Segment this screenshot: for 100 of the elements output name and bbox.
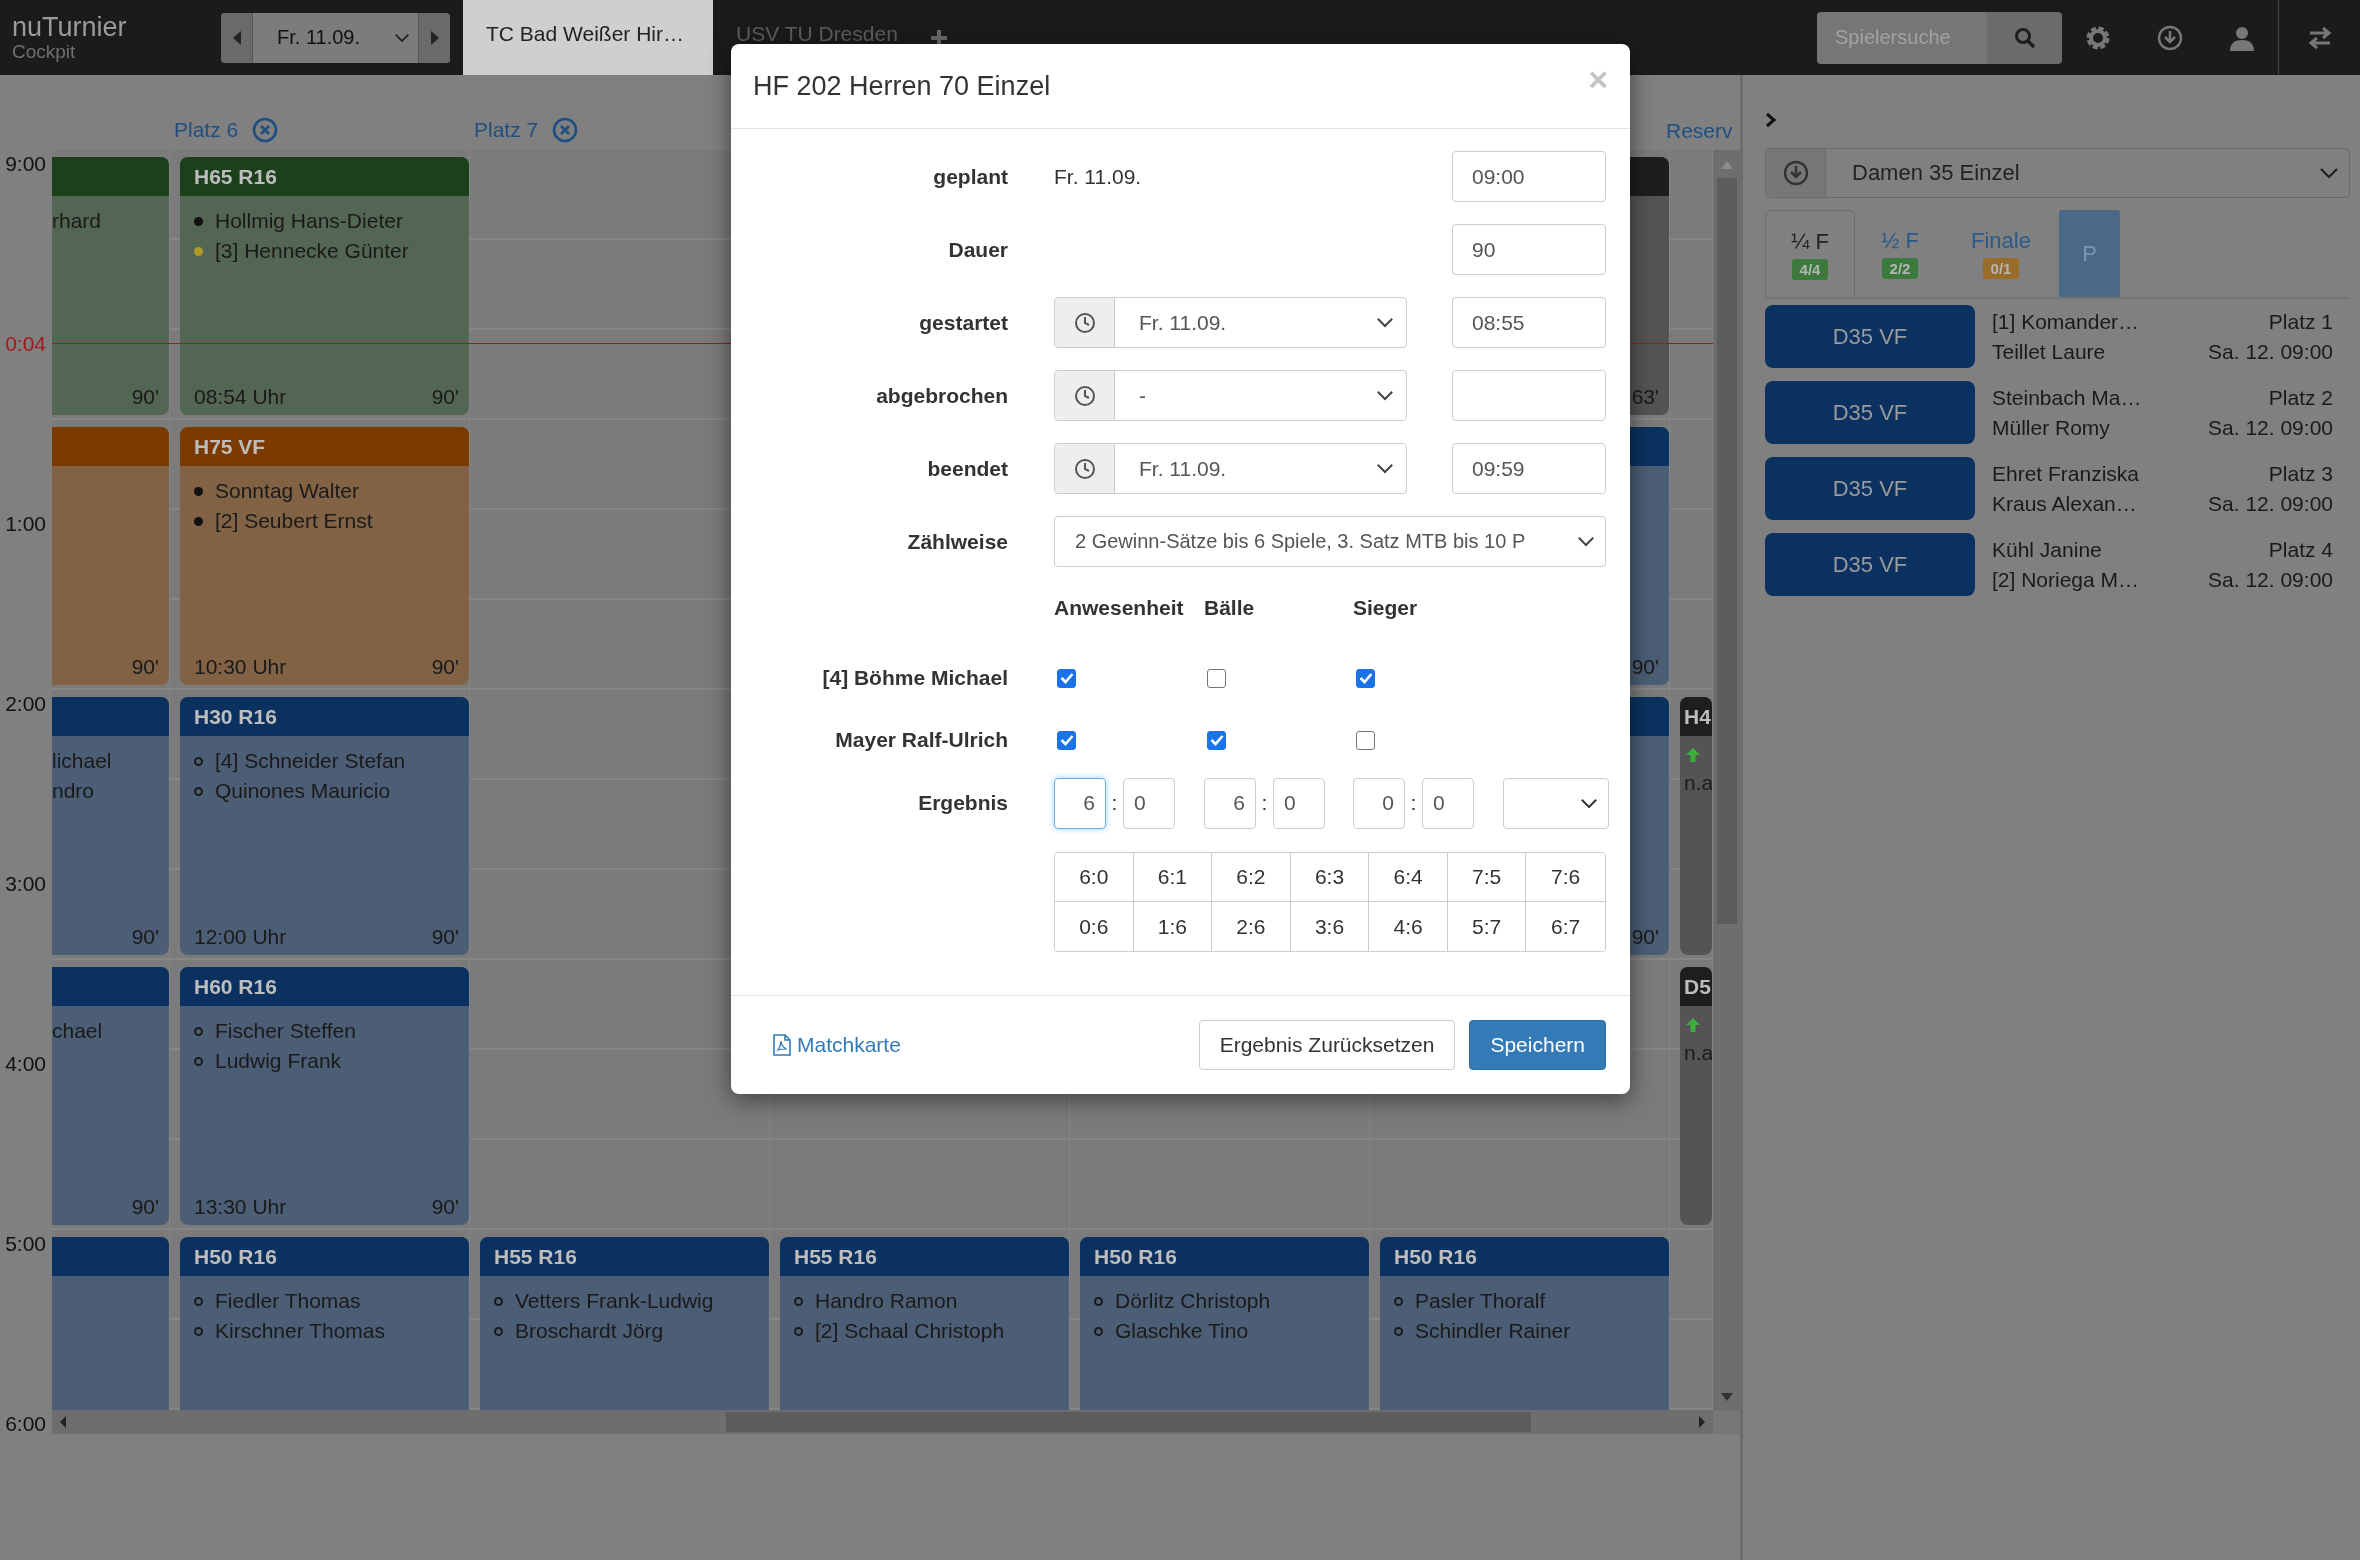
score-button[interactable]: 6:3 [1290, 853, 1370, 902]
player-name: Schindler Rainer [1415, 1319, 1571, 1343]
score-button[interactable]: 7:5 [1447, 853, 1527, 902]
checkbox[interactable] [1057, 668, 1076, 688]
player-name: Kirschner Thomas [215, 1319, 385, 1343]
match-card[interactable]: H55 R16 Handro Ramon [2] Schaal Christoph [780, 1237, 1069, 1410]
chevron-down-icon [1376, 463, 1394, 474]
checkbox[interactable] [1057, 730, 1076, 750]
match-duration: 90' [1631, 655, 1659, 679]
match-card[interactable]: H50 R16 Fiedler Thomas Kirschner Thomas [180, 1237, 469, 1410]
match-button[interactable]: D35 VF [1765, 533, 1975, 596]
vertical-scrollbar[interactable] [1713, 150, 1740, 1410]
competition-select[interactable]: Damen 35 Einzel [1765, 148, 2350, 198]
time-field[interactable]: 08:55 [1452, 297, 1606, 348]
player-name: [1] Komander… [1992, 308, 2141, 335]
score-button[interactable]: 6:4 [1369, 853, 1448, 902]
matchkarte-link[interactable]: Matchkarte [773, 1033, 901, 1057]
player-name: Ehret Franziska [1992, 460, 2141, 487]
score-field[interactable]: 0 [1353, 777, 1405, 829]
score-button[interactable]: 6:0 [1055, 853, 1134, 902]
match-card[interactable]: H50 R16 Dörlitz Christoph Glaschke Tino [1080, 1237, 1369, 1410]
dialog-title: HF 202 Herren 70 Einzel [753, 70, 1051, 102]
previous-day-button[interactable] [221, 12, 252, 63]
score-field[interactable]: 6 [1204, 777, 1256, 829]
player-name: Hollmig Hans-Dieter [215, 209, 403, 233]
match-card[interactable]: H75 VF Sonntag Walter [2] Seubert Ernst 10:30 Uhr 90' [180, 427, 469, 685]
field-label: gestartet [918, 310, 1008, 335]
user-icon [2229, 24, 2255, 51]
start-time: 13:30 Uhr [194, 1195, 287, 1219]
match-button[interactable]: D35 VF [1765, 305, 1975, 368]
time-field[interactable]: 09:59 [1452, 443, 1606, 494]
player-name: Kühl Janine [1992, 536, 2103, 563]
score-separator: : [1409, 791, 1418, 815]
date-select[interactable]: Fr. 11.09. [1054, 297, 1407, 348]
score-button[interactable]: 0:6 [1055, 902, 1134, 951]
score-field[interactable]: 0 [1123, 777, 1175, 829]
app-subtitle: Cockpit [12, 41, 77, 62]
match-button[interactable]: D35 VF [1765, 381, 1975, 444]
match-card[interactable]: H65 R16 Hollmig Hans-Dieter [3] Hennecke Günter 08:54 Uhr 90' [180, 157, 469, 415]
court-name: Platz 4 [2268, 536, 2333, 563]
column-header: Sieger [1353, 596, 1419, 620]
player-name: Teillet Laure [1992, 338, 2107, 365]
score-button[interactable]: 6:1 [1133, 853, 1213, 902]
match-card[interactable]: H60 R16 Fischer Steffen Ludwig Frank 13:30 Uhr 90' [180, 967, 469, 1225]
match-code: H65 R16 [194, 164, 277, 189]
scroll-down-icon[interactable] [1719, 1392, 1734, 1402]
score-button[interactable]: 7:6 [1526, 853, 1605, 902]
match-duration: 90' [431, 925, 459, 949]
score-field[interactable]: 0 [1273, 777, 1325, 829]
checkbox[interactable] [1207, 730, 1226, 750]
checkbox[interactable] [1356, 730, 1375, 750]
player-name: [2] Schaal Christoph [815, 1319, 1005, 1343]
save-button[interactable]: Speichern [1469, 1020, 1606, 1070]
reset-button[interactable]: Ergebnis Zurücksetzen [1198, 1020, 1456, 1070]
time-label: 3:00 [4, 871, 47, 897]
date-select[interactable]: Fr. 11.09. [252, 12, 419, 63]
arrow-up-icon [1684, 1016, 1702, 1034]
player-name: Vetters Frank-Ludwig [515, 1289, 714, 1313]
horizontal-scrollbar[interactable] [52, 1410, 1740, 1434]
player-name: lichael [52, 749, 112, 773]
player-name: Glaschke Tino [1115, 1319, 1249, 1343]
player-name: [4] Böhme Michael [821, 666, 1008, 690]
time-field[interactable] [1452, 370, 1606, 421]
venue-tab[interactable]: TC Bad Weißer Hir… [463, 0, 713, 75]
match-duration: 63' [1631, 385, 1659, 409]
date-select[interactable]: - [1054, 370, 1407, 421]
match-card[interactable]: H30 R16 [4] Schneider Stefan Quinones Mauricio 12:00 Uhr 90' [180, 697, 469, 955]
checkbox[interactable] [1207, 668, 1226, 688]
caret-left-icon [231, 29, 242, 46]
time-field[interactable]: 90 [1452, 224, 1606, 275]
match-card[interactable]: H50 R16 Pasler Thoralf Schindler Rainer [1380, 1237, 1669, 1410]
checkbox[interactable] [1356, 668, 1375, 688]
time-label: 1:00 [4, 511, 47, 537]
scoring-select[interactable]: 2 Gewinn-Sätze bis 6 Spiele, 3. Satz MTB bis 10 P [1054, 516, 1606, 567]
player-name: Kraus Alexan… [1992, 490, 2138, 517]
score-field[interactable]: 6 [1054, 777, 1106, 829]
match-button[interactable]: D35 VF [1765, 457, 1975, 520]
match-time: Sa. 12. 09:00 [2208, 338, 2333, 365]
close-circle-icon[interactable] [252, 117, 279, 143]
score-button[interactable]: 6:2 [1212, 853, 1291, 902]
time-label: 4:00 [4, 1051, 47, 1077]
score-field[interactable]: 0 [1422, 777, 1474, 829]
match-code: H50 R16 [1094, 1244, 1177, 1269]
player-name: Fiedler Thomas [215, 1289, 361, 1313]
match-code: H60 R16 [194, 974, 277, 999]
next-day-button[interactable] [419, 12, 450, 63]
time-field[interactable]: 09:00 [1452, 151, 1606, 202]
search-button[interactable] [1987, 11, 2062, 64]
chevron-right-icon[interactable] [1765, 112, 1777, 128]
player-name: ndro [52, 779, 95, 803]
match-time: Sa. 12. 09:00 [2208, 566, 2333, 593]
date-select[interactable]: Fr. 11.09. [1054, 443, 1407, 494]
count-badge: 2/2 [1881, 258, 1919, 279]
match-duration: 90' [1631, 925, 1659, 949]
match-card[interactable]: H55 R16 Vetters Frank-Ludwig Broschardt Jörg [480, 1237, 769, 1410]
close-circle-icon[interactable] [552, 117, 579, 143]
match-code: H55 R16 [494, 1244, 577, 1269]
round-tab[interactable]: ¼ F 4/4 [1765, 210, 1855, 297]
match-code: H50 R16 [1394, 1244, 1477, 1269]
player-name: [3] Hennecke Günter [215, 239, 409, 263]
